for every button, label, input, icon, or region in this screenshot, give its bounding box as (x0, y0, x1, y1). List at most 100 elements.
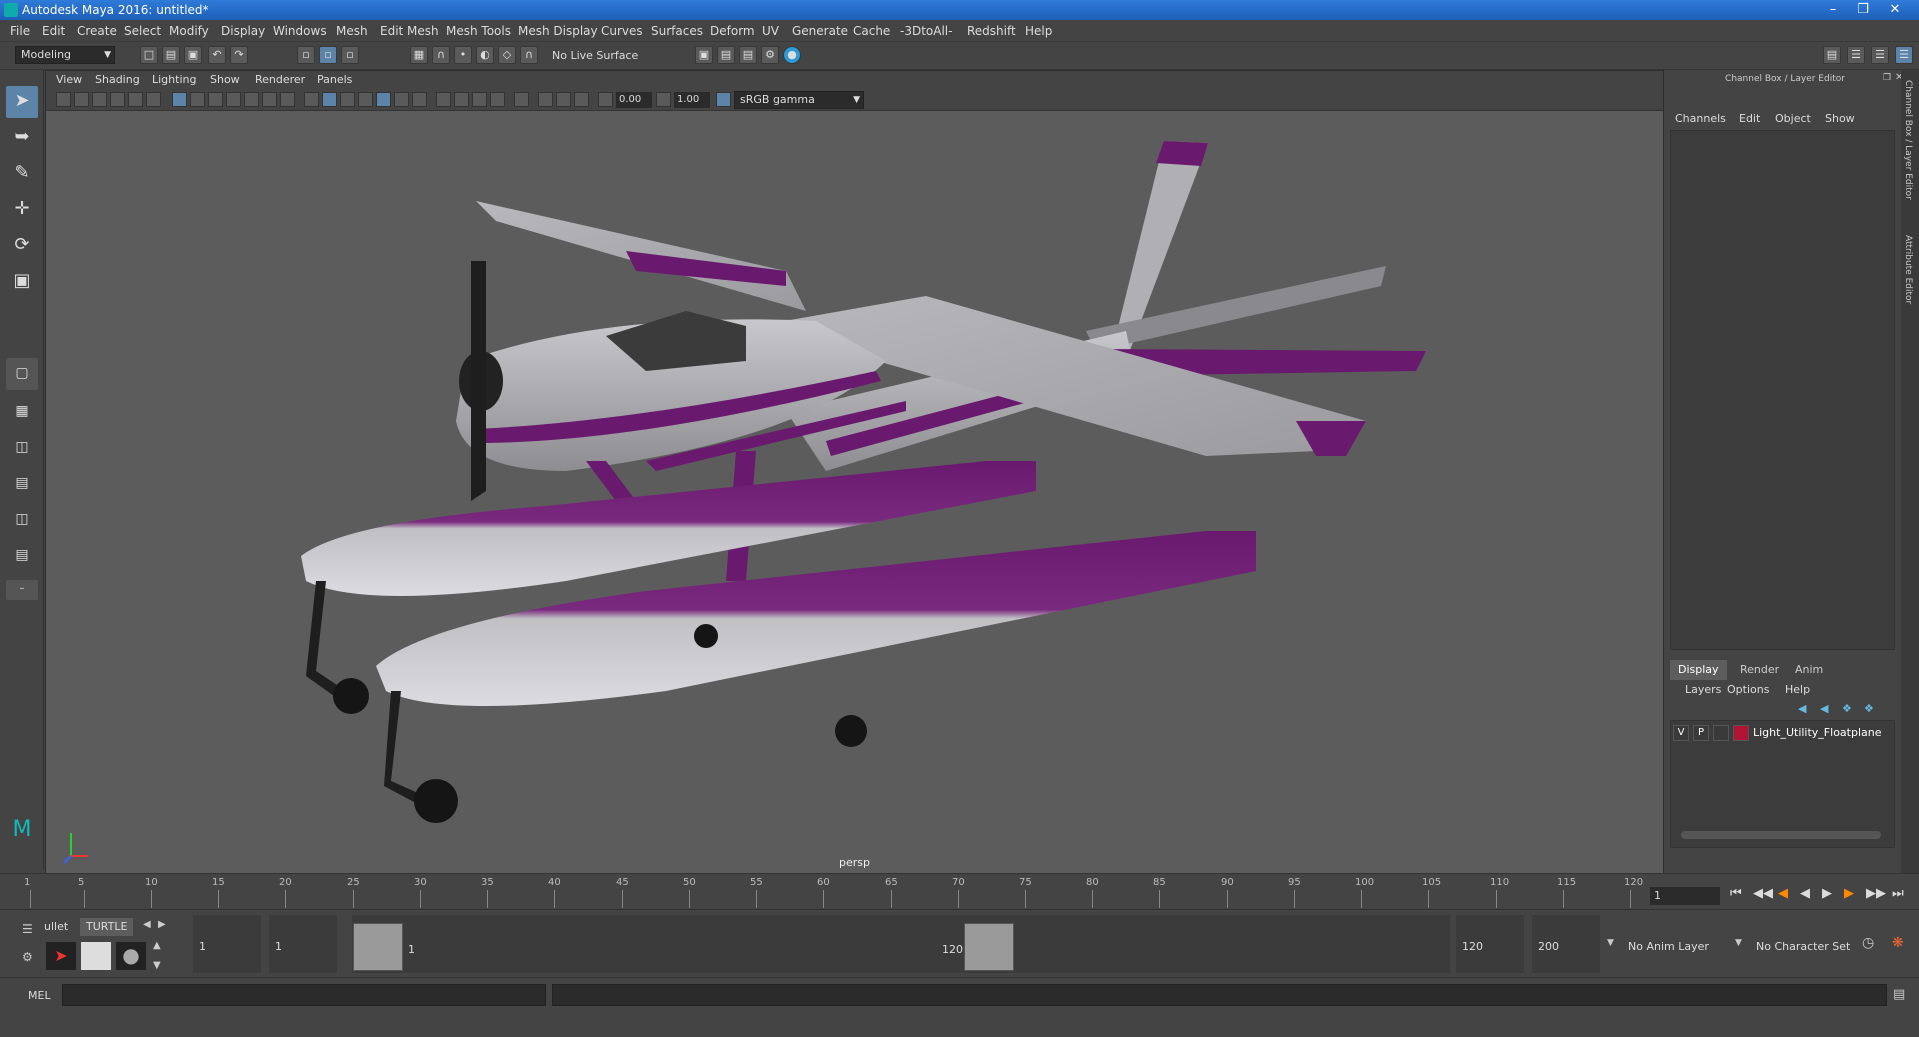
lasso-tool-icon[interactable]: ➥ (6, 122, 38, 154)
character-set-dropdown[interactable]: No Character Set (1756, 940, 1850, 953)
motion-blur-icon[interactable] (454, 92, 469, 107)
four-view-layout-icon[interactable]: ▦ (6, 396, 38, 428)
gate-mask-icon[interactable] (226, 92, 241, 107)
animation-preferences-icon[interactable]: ❋ (1892, 935, 1904, 951)
script-editor-icon[interactable]: ▤ (1893, 987, 1905, 1002)
camera-tools-icon[interactable] (74, 92, 89, 107)
custom-layout-icon[interactable]: ▤ (6, 540, 38, 572)
exposure-field[interactable]: 0.00 (616, 92, 652, 108)
persp-graph-layout-icon[interactable]: ▤ (6, 468, 38, 500)
anim-layer-dropdown[interactable]: No Anim Layer (1628, 940, 1709, 953)
playback-end-field[interactable]: 120 (1456, 915, 1524, 973)
cb-menu-show[interactable]: Show (1825, 112, 1855, 125)
gamma-icon[interactable] (656, 92, 671, 107)
live-surface-label[interactable]: No Live Surface (552, 49, 638, 62)
safe-action-icon[interactable] (262, 92, 277, 107)
snap-surface-icon[interactable]: ◇ (498, 46, 516, 64)
panel-menu-lighting[interactable]: Lighting (152, 73, 196, 86)
cb-menu-object[interactable]: Object (1775, 112, 1811, 125)
menu-help[interactable]: Help (1025, 24, 1052, 38)
hypershade-icon[interactable]: ● (783, 46, 801, 64)
time-ruler[interactable]: 1 5 10 15 20 25 30 35 40 45 50 55 60 65 70 75 80 85 90 95 10… (24, 874, 1643, 910)
layer-menu-layers[interactable]: Layers (1685, 683, 1721, 696)
menu-3dtoall[interactable]: -3DtoAll- (900, 24, 952, 38)
move-layer-up-icon[interactable]: ◀ (1798, 702, 1806, 715)
exposure-icon[interactable] (598, 92, 613, 107)
mode-dropdown[interactable]: Modeling ▼ (15, 46, 115, 64)
shelf-scroll-right-icon[interactable]: ▶ (158, 919, 166, 930)
grease-pencil-icon[interactable] (146, 92, 161, 107)
float-panel-icon[interactable]: ❐ (1883, 73, 1891, 83)
save-scene-icon[interactable]: ▣ (184, 46, 202, 64)
snap-view-icon[interactable]: ◐ (476, 46, 494, 64)
wireframe-icon[interactable] (304, 92, 319, 107)
anti-aliasing-icon[interactable] (472, 92, 487, 107)
select-tool-icon[interactable]: ➤ (6, 86, 38, 118)
panel-menu-renderer[interactable]: Renderer (255, 73, 305, 86)
resolution-gate-icon[interactable] (208, 92, 223, 107)
layer-color-swatch[interactable] (1733, 725, 1749, 741)
layer-row[interactable]: V P Light_Utility_Floatplane (1673, 725, 1893, 741)
layer-playback-toggle[interactable]: P (1693, 725, 1709, 741)
play-backwards-icon[interactable]: ◀ (1800, 886, 1810, 901)
field-chart-icon[interactable] (244, 92, 259, 107)
side-tab-channel-box[interactable]: Channel Box / Layer Editor (1903, 80, 1913, 200)
time-slider[interactable]: 1 5 10 15 20 25 30 35 40 45 50 55 60 65 70 75 80 85 90 95 10… (0, 873, 1919, 910)
menu-display[interactable]: Display (221, 24, 265, 38)
step-back-key-icon[interactable]: ◀ (1778, 886, 1788, 901)
render-frame-icon[interactable]: ▣ (695, 46, 713, 64)
playback-start-field[interactable]: 1 (269, 915, 337, 973)
menu-windows[interactable]: Windows (273, 24, 327, 38)
range-end-handle[interactable] (964, 923, 1014, 971)
smooth-shade-icon[interactable] (322, 92, 337, 107)
film-gate-icon[interactable] (190, 92, 205, 107)
shelf-tab-turtle[interactable]: TURTLE (80, 918, 134, 936)
redo-icon[interactable]: ↷ (230, 46, 248, 64)
paint-select-tool-icon[interactable]: ✎ (6, 158, 38, 190)
menu-create[interactable]: Create (77, 24, 117, 38)
turtle-render-icon[interactable]: ➤ (46, 942, 76, 970)
menu-generate[interactable]: Generate (792, 24, 848, 38)
step-forward-key-icon[interactable]: ▶ (1844, 886, 1854, 901)
anim-layer-arrow-icon[interactable]: ▼ (1607, 938, 1614, 948)
move-tool-icon[interactable]: ✛ (6, 194, 38, 226)
new-layer-selected-icon[interactable]: ❖ (1864, 702, 1874, 715)
xray-active-icon[interactable] (556, 92, 571, 107)
single-view-layout-icon[interactable]: ▢ (6, 358, 38, 390)
step-forward-frame-icon[interactable]: ▶▶ (1866, 886, 1886, 901)
tab-anim[interactable]: Anim (1787, 660, 1831, 680)
menu-select[interactable]: Select (124, 24, 161, 38)
scale-tool-icon[interactable]: ▣ (6, 266, 38, 298)
mel-label[interactable]: MEL (28, 989, 51, 1002)
2d-pan-zoom-icon[interactable] (128, 92, 143, 107)
range-start-handle[interactable] (353, 923, 403, 971)
color-management-icon[interactable] (716, 92, 731, 107)
image-plane-icon[interactable] (110, 92, 125, 107)
use-lights-icon[interactable] (394, 92, 409, 107)
menu-curves[interactable]: Curves (601, 24, 643, 38)
range-bar[interactable]: 1 120 (352, 915, 1450, 973)
collapse-layouts-icon[interactable]: – (6, 580, 38, 600)
minimize-button[interactable]: – (1819, 0, 1847, 20)
safe-title-icon[interactable] (280, 92, 295, 107)
shelf-tab-bullet[interactable]: ullet (38, 918, 74, 936)
panel-menu-panels[interactable]: Panels (317, 73, 352, 86)
select-component-icon[interactable]: ▫ (341, 46, 359, 64)
render-view-icon[interactable]: ▤ (717, 46, 735, 64)
menu-uv[interactable]: UV (762, 24, 779, 38)
menu-mesh-tools[interactable]: Mesh Tools (446, 24, 511, 38)
isolate-select-icon[interactable] (514, 92, 529, 107)
start-time-field[interactable]: 1 (193, 915, 261, 973)
end-time-field[interactable]: 200 (1532, 915, 1600, 973)
grid-toggle-icon[interactable] (172, 92, 187, 107)
close-button[interactable]: ✕ (1881, 0, 1909, 20)
undo-icon[interactable]: ↶ (208, 46, 226, 64)
menu-mesh[interactable]: Mesh (336, 24, 368, 38)
layer-scrollbar[interactable] (1681, 831, 1881, 839)
panel-menu-show[interactable]: Show (210, 73, 240, 86)
shelf-menu-icon[interactable]: ☰ (22, 922, 33, 936)
ipr-render-icon[interactable]: ▤ (739, 46, 757, 64)
auto-key-icon[interactable]: ◷ (1862, 935, 1874, 951)
xray-icon[interactable] (538, 92, 553, 107)
menu-deform[interactable]: Deform (710, 24, 755, 38)
